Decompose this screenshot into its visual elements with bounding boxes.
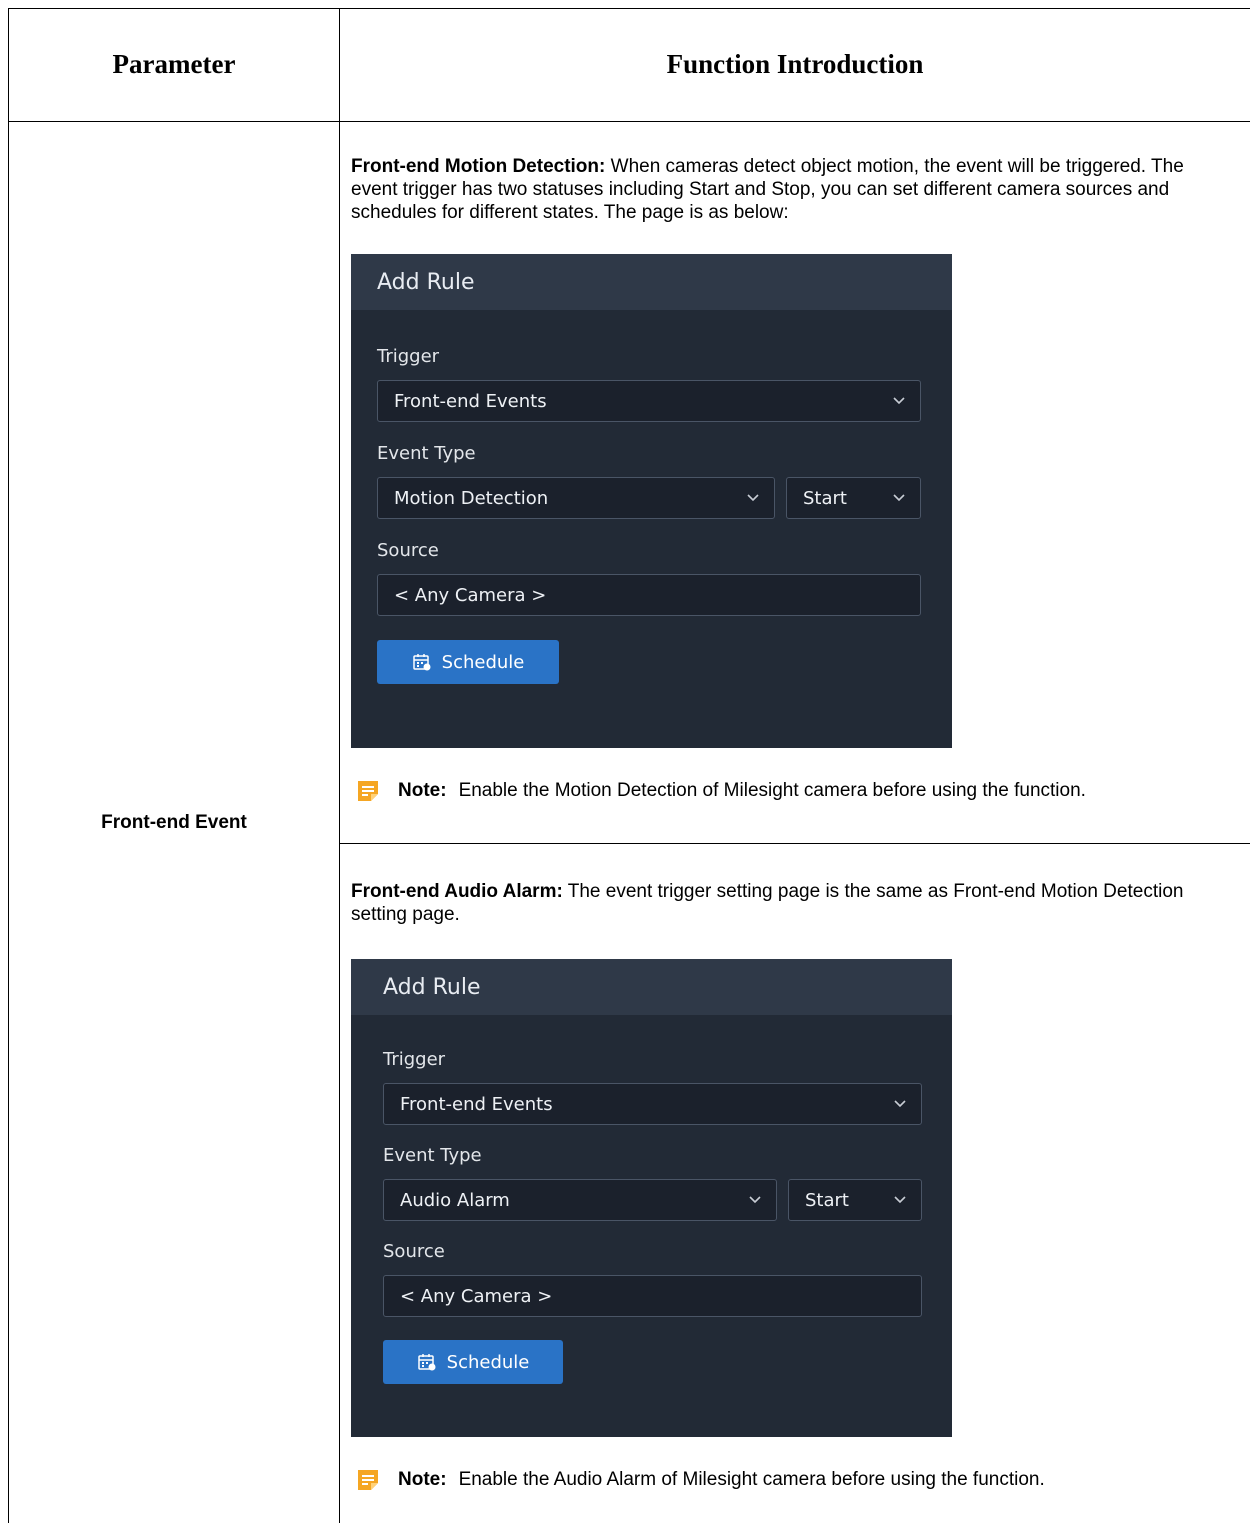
source-label: Source <box>383 1241 445 1262</box>
parameter-name: Front-end Event <box>101 811 247 833</box>
header-function-introduction: Function Introduction <box>666 49 924 79</box>
trigger-value: Front-end Events <box>394 390 547 412</box>
state-select[interactable]: Start <box>786 477 921 519</box>
motion-title: Front-end Motion Detection: <box>351 156 606 177</box>
chevron-down-icon <box>894 1100 906 1108</box>
note-text: Enable the Motion Detection of Milesight… <box>458 780 1086 801</box>
schedule-label: Schedule <box>446 1351 530 1373</box>
audio-title: Front-end Audio Alarm: <box>351 881 563 902</box>
note-label: Note: <box>398 1469 447 1490</box>
header-parameter: Parameter <box>112 49 236 79</box>
motion-description: Front-end Motion Detection: When cameras… <box>351 155 1231 224</box>
chevron-down-icon <box>747 494 759 502</box>
calendar-icon <box>412 654 431 671</box>
note-icon <box>358 1470 378 1490</box>
calendar-icon <box>417 1354 436 1371</box>
chevron-down-icon <box>894 1196 906 1204</box>
chevron-down-icon <box>749 1196 761 1204</box>
source-field[interactable]: < Any Camera > <box>383 1275 922 1317</box>
audio-add-rule-panel: Add Rule Trigger Front-end Events Event … <box>351 959 952 1437</box>
trigger-select[interactable]: Front-end Events <box>383 1083 922 1125</box>
note-text: Enable the Audio Alarm of Milesight came… <box>458 1469 1045 1490</box>
parameter-front-end-event: Front-end Event <box>8 122 340 1523</box>
motion-note: Note: Enable the Motion Detection of Mil… <box>356 779 1086 803</box>
event-type-select[interactable]: Motion Detection <box>377 477 775 519</box>
event-type-value: Motion Detection <box>394 487 549 509</box>
schedule-button[interactable]: Schedule <box>383 1340 563 1384</box>
trigger-select[interactable]: Front-end Events <box>377 380 921 422</box>
source-field[interactable]: < Any Camera > <box>377 574 921 616</box>
source-value: < Any Camera > <box>394 584 547 606</box>
note-label: Note: <box>398 780 447 801</box>
trigger-value: Front-end Events <box>400 1093 553 1115</box>
state-value: Start <box>805 1189 849 1211</box>
state-value: Start <box>803 487 847 509</box>
event-type-label: Event Type <box>383 1145 482 1166</box>
panel-title: Add Rule <box>351 254 952 310</box>
trigger-label: Trigger <box>377 346 440 367</box>
state-select[interactable]: Start <box>788 1179 922 1221</box>
motion-add-rule-panel: Add Rule Trigger Front-end Events Event … <box>351 254 952 748</box>
audio-description: Front-end Audio Alarm: The event trigger… <box>351 880 1231 926</box>
source-label: Source <box>377 540 439 561</box>
chevron-down-icon <box>893 397 905 405</box>
trigger-label: Trigger <box>383 1049 446 1070</box>
event-type-label: Event Type <box>377 443 476 464</box>
event-type-select[interactable]: Audio Alarm <box>383 1179 777 1221</box>
schedule-button[interactable]: Schedule <box>377 640 559 684</box>
note-icon <box>358 781 378 801</box>
panel-title: Add Rule <box>351 959 952 1015</box>
chevron-down-icon <box>893 494 905 502</box>
event-type-value: Audio Alarm <box>400 1189 510 1211</box>
audio-note: Note: Enable the Audio Alarm of Milesigh… <box>356 1468 1045 1492</box>
source-value: < Any Camera > <box>400 1285 553 1307</box>
schedule-label: Schedule <box>441 651 525 673</box>
